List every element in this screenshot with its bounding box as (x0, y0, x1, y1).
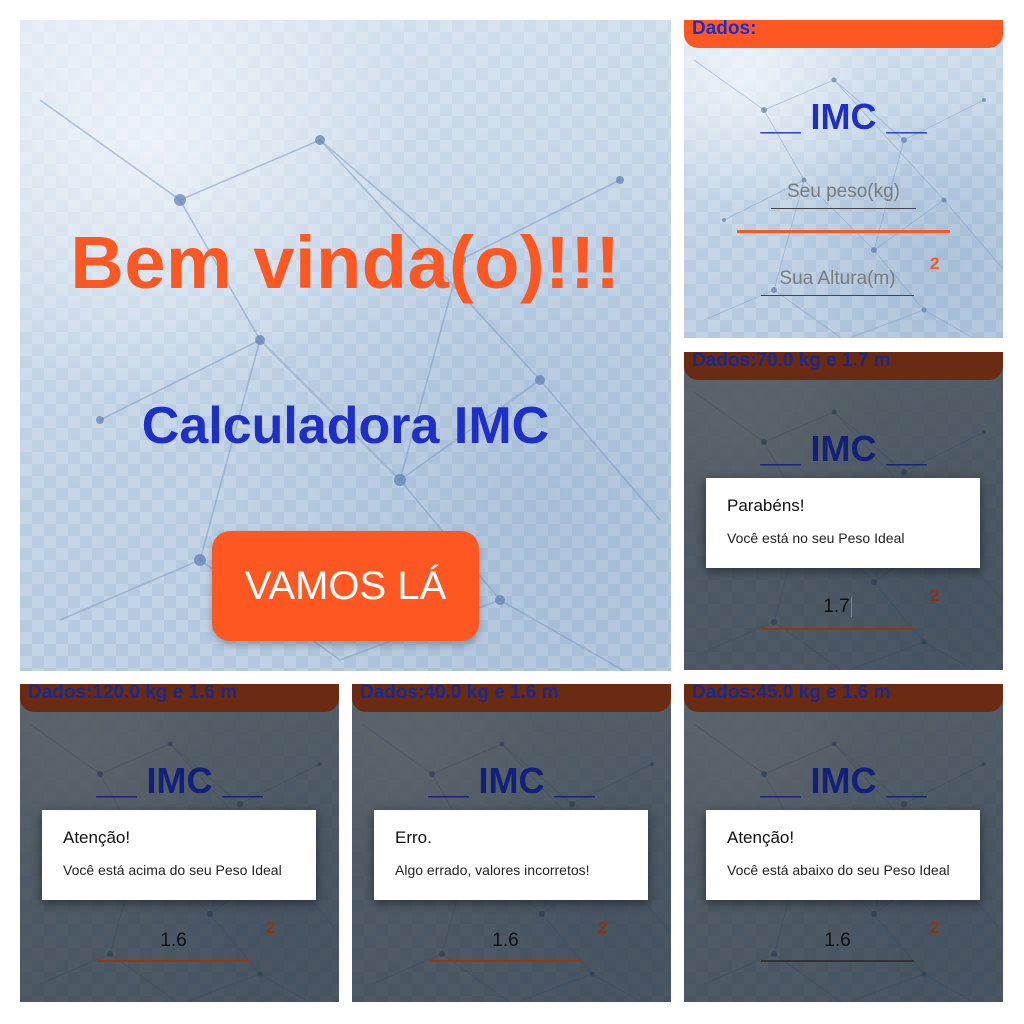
dados-label: Dados:120.0 kg e 1.6 m (28, 684, 238, 703)
start-button[interactable]: VAMOS LÁ (212, 531, 479, 641)
height-value: 1.7 (823, 596, 850, 617)
result-dialog: Parabéns! Você está no seu Peso Ideal (706, 478, 980, 568)
weight-input[interactable]: Seu peso(kg) (771, 176, 916, 209)
form-screen: Dados: __ IMC __ Seu peso(kg) Sua Altura… (684, 20, 1003, 338)
imc-title: __ IMC __ (96, 760, 263, 801)
height-underline (97, 960, 250, 962)
dialog-title: Atenção! (727, 828, 795, 847)
dados-label: Dados: (692, 20, 757, 39)
height-input[interactable]: Sua Altura(m) (761, 263, 914, 296)
imc-title: __ IMC __ (760, 760, 927, 801)
dados-label: Dados:70.0 kg e 1.7 m (692, 352, 891, 371)
dialog-title: Erro. (395, 828, 432, 847)
form-divider (737, 230, 950, 233)
height-input[interactable]: 1.6 (97, 930, 250, 952)
result-ideal-screen: Dados:70.0 kg e 1.7 m __ IMC __ 1.7 2 Pa… (684, 352, 1003, 670)
imc-title: __ IMC __ (428, 760, 595, 801)
imc-title: __ IMC __ (760, 428, 927, 469)
dialog-title: Parabéns! (727, 496, 805, 515)
height-input[interactable]: 1.6 (429, 930, 582, 952)
superscript-two: 2 (930, 918, 940, 937)
superscript-two: 2 (598, 918, 608, 937)
height-input[interactable]: 1.7 (761, 596, 914, 618)
dialog-message: Algo errado, valores incorretos! (395, 862, 590, 878)
result-dialog: Atenção! Você está abaixo do seu Peso Id… (706, 810, 980, 900)
welcome-screen: Bem vinda(o)!!! Calculadora IMC VAMOS LÁ (20, 20, 671, 671)
result-error-screen: Dados:40.0 kg e 1.6 m __ IMC __ 1.6 2 Er… (352, 684, 671, 1002)
result-dialog: Atenção! Você está acima do seu Peso Ide… (42, 810, 316, 900)
superscript-two: 2 (930, 254, 940, 273)
text-cursor (850, 596, 852, 617)
superscript-two: 2 (266, 918, 276, 937)
welcome-title: Bem vinda(o)!!! (70, 221, 621, 304)
height-underline (761, 628, 914, 630)
app-subtitle: Calculadora IMC (141, 397, 550, 455)
dialog-message: Você está acima do seu Peso Ideal (63, 862, 282, 878)
height-input[interactable]: 1.6 (761, 930, 914, 952)
height-underline (761, 960, 914, 962)
dialog-message: Você está abaixo do seu Peso Ideal (727, 862, 950, 878)
result-dialog: Erro. Algo errado, valores incorretos! (374, 810, 648, 900)
result-above-screen: Dados:120.0 kg e 1.6 m __ IMC __ 1.6 2 A… (20, 684, 339, 1002)
dialog-message: Você está no seu Peso Ideal (727, 530, 905, 546)
height-underline (429, 960, 582, 962)
dados-label: Dados:40.0 kg e 1.6 m (360, 684, 559, 703)
dados-label: Dados:45.0 kg e 1.6 m (692, 684, 891, 703)
dialog-title: Atenção! (63, 828, 131, 847)
imc-title: __ IMC __ (760, 96, 927, 137)
result-below-screen: Dados:45.0 kg e 1.6 m __ IMC __ 1.6 2 At… (684, 684, 1003, 1002)
superscript-two: 2 (930, 586, 940, 605)
